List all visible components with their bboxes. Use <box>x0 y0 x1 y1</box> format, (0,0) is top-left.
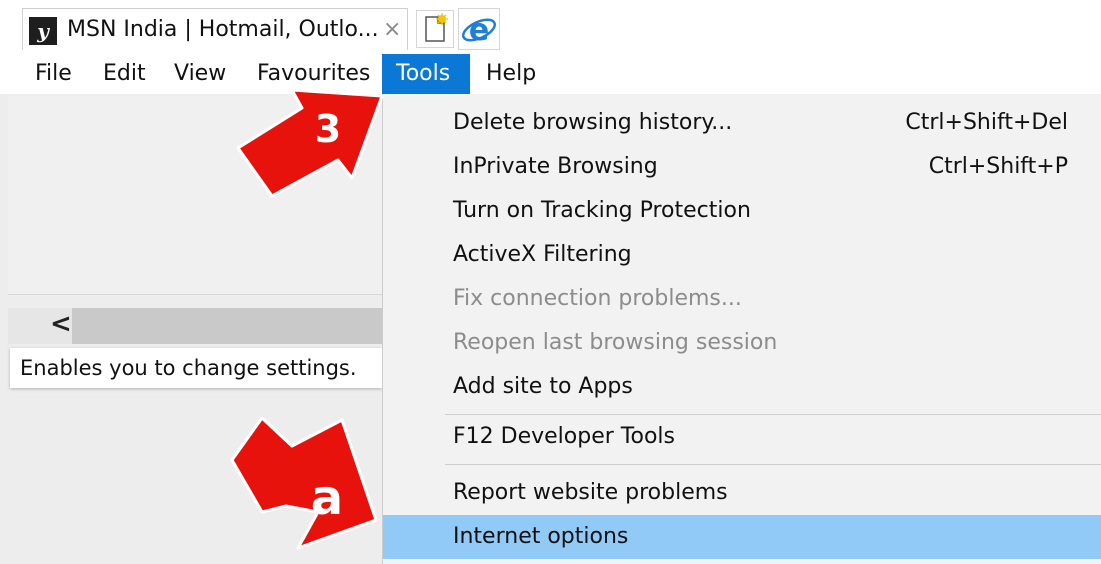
menu-item-label: InPrivate Browsing <box>453 154 658 179</box>
menu-item-shortcut: Ctrl+Shift+Del <box>905 110 1068 135</box>
menu-item-label: Delete browsing history... <box>453 110 733 135</box>
browser-window: y MSN India | Hotmail, Outlo... × e File… <box>0 0 1101 564</box>
menu-item-fix-connection: Fix connection problems... <box>383 277 1101 321</box>
menu-item-label: Report website problems <box>453 480 728 505</box>
menu-edit[interactable]: Edit <box>89 54 160 94</box>
status-bar: Enables you to change settings. <box>10 348 382 388</box>
menu-item-label: Internet options <box>453 524 629 549</box>
menu-item-reopen-last-session: Reopen last browsing session <box>383 321 1101 365</box>
menu-favourites[interactable]: Favourites <box>243 54 384 94</box>
close-tab-icon[interactable]: × <box>383 15 401 45</box>
menu-help[interactable]: Help <box>472 54 550 94</box>
menu-item-label: F12 Developer Tools <box>453 424 675 449</box>
new-tab-icon <box>425 13 448 42</box>
menu-item-report-website-problems[interactable]: Report website problems <box>383 471 1101 515</box>
internet-explorer-icon: e <box>461 13 497 48</box>
menu-item-label: Reopen last browsing session <box>453 330 778 355</box>
tab-strip: y MSN India | Hotmail, Outlo... × e <box>0 0 1101 54</box>
menu-item-label: Turn on Tracking Protection <box>453 198 751 223</box>
new-tab-button[interactable] <box>416 10 454 48</box>
menu-item-add-site-to-apps[interactable]: Add site to Apps <box>383 365 1101 409</box>
menu-item-tracking-protection[interactable]: Turn on Tracking Protection <box>383 189 1101 233</box>
menu-item-label: Add site to Apps <box>453 374 633 399</box>
msn-logo-icon: y <box>29 17 57 45</box>
menu-file[interactable]: File <box>21 54 86 94</box>
browser-tab[interactable]: y MSN India | Hotmail, Outlo... × <box>22 8 408 50</box>
menu-item-f12-developer-tools[interactable]: F12 Developer Tools <box>383 415 1101 459</box>
menu-item-delete-browsing-history[interactable]: Delete browsing history... Ctrl+Shift+De… <box>383 101 1101 145</box>
page-panel <box>8 94 382 295</box>
menu-bar: File Edit View Favourites Tools Help <box>0 54 1101 94</box>
menu-separator <box>445 464 1101 465</box>
tab-title: MSN India | Hotmail, Outlo... <box>67 17 379 42</box>
menu-item-activex-filtering[interactable]: ActiveX Filtering <box>383 233 1101 277</box>
horizontal-scrollbar[interactable]: < <box>8 308 382 344</box>
menu-item-label: Fix connection problems... <box>453 286 742 311</box>
menu-view[interactable]: View <box>160 54 240 94</box>
menu-tools[interactable]: Tools <box>382 54 470 94</box>
tools-dropdown-menu: Delete browsing history... Ctrl+Shift+De… <box>382 94 1101 564</box>
menu-item-internet-options[interactable]: Internet options <box>383 515 1101 559</box>
menu-item-shortcut: Ctrl+Shift+P <box>928 154 1068 179</box>
menu-item-label: ActiveX Filtering <box>453 242 632 267</box>
status-text: Enables you to change settings. <box>20 356 357 380</box>
scroll-left-icon[interactable]: < <box>50 308 72 340</box>
menu-item-inprivate-browsing[interactable]: InPrivate Browsing Ctrl+Shift+P <box>383 145 1101 189</box>
internet-explorer-button[interactable]: e <box>458 8 500 50</box>
svg-text:e: e <box>469 13 489 48</box>
